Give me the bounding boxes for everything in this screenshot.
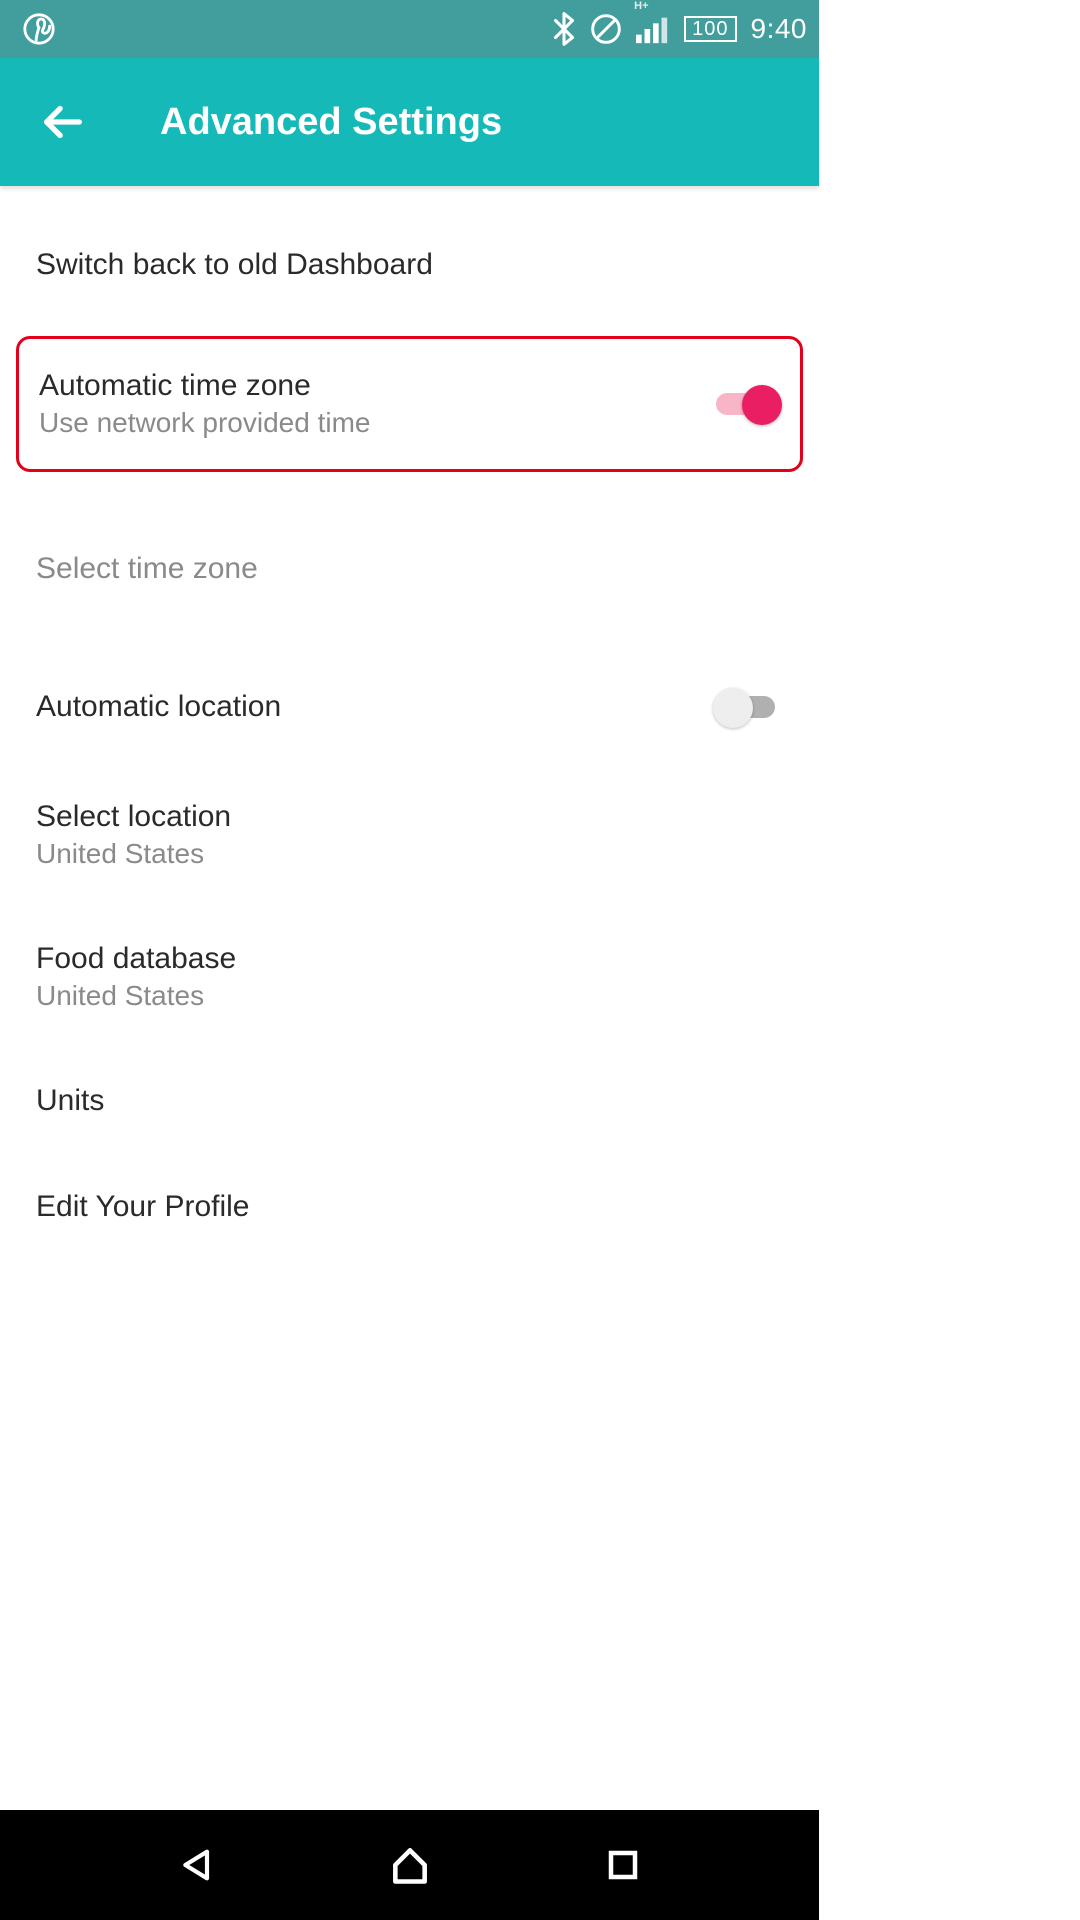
toggle-automatic-time-zone[interactable]	[710, 383, 780, 425]
pinterest-icon	[22, 12, 56, 46]
do-not-disturb-icon	[590, 13, 622, 45]
home-icon	[388, 1843, 432, 1887]
nav-recent-button[interactable]	[599, 1841, 647, 1889]
nav-back-button[interactable]	[173, 1841, 221, 1889]
highlight-auto-timezone: Automatic time zone Use network provided…	[16, 336, 803, 472]
page-title: Advanced Settings	[160, 101, 502, 144]
row-title: Select time zone	[36, 552, 258, 586]
row-food-database[interactable]: Food database United States	[0, 906, 819, 1048]
arrow-left-icon	[39, 99, 85, 145]
clock: 9:40	[751, 13, 808, 45]
row-title: Units	[36, 1084, 104, 1118]
row-title: Edit Your Profile	[36, 1190, 249, 1224]
row-units[interactable]: Units	[0, 1048, 819, 1154]
bluetooth-icon	[552, 12, 576, 46]
settings-list: Switch back to old Dashboard Automatic t…	[0, 186, 819, 1260]
row-title: Automatic time zone	[39, 369, 370, 403]
app-bar: Advanced Settings	[0, 58, 819, 186]
square-recent-icon	[605, 1847, 641, 1883]
battery-level: 100	[684, 16, 736, 42]
toggle-automatic-location[interactable]	[713, 686, 783, 728]
row-title: Select location	[36, 800, 231, 834]
row-title: Food database	[36, 942, 236, 976]
row-subtitle: United States	[36, 838, 231, 870]
status-bar: H+ 100 9:40	[0, 0, 819, 58]
row-select-time-zone: Select time zone	[0, 516, 819, 622]
row-edit-profile[interactable]: Edit Your Profile	[0, 1154, 819, 1260]
row-title: Automatic location	[36, 690, 281, 724]
row-subtitle: United States	[36, 980, 236, 1012]
network-type-label: H+	[634, 0, 648, 12]
row-automatic-location[interactable]: Automatic location	[0, 650, 819, 764]
android-nav-bar	[0, 1810, 819, 1920]
row-subtitle: Use network provided time	[39, 407, 370, 439]
nav-home-button[interactable]	[386, 1841, 434, 1889]
cell-signal-icon: H+	[636, 14, 670, 44]
row-automatic-time-zone[interactable]: Automatic time zone Use network provided…	[19, 339, 800, 469]
row-select-location[interactable]: Select location United States	[0, 764, 819, 906]
back-button[interactable]	[34, 94, 90, 150]
row-title: Switch back to old Dashboard	[36, 248, 433, 282]
row-switch-back-dashboard[interactable]: Switch back to old Dashboard	[0, 212, 819, 318]
triangle-back-icon	[177, 1845, 217, 1885]
